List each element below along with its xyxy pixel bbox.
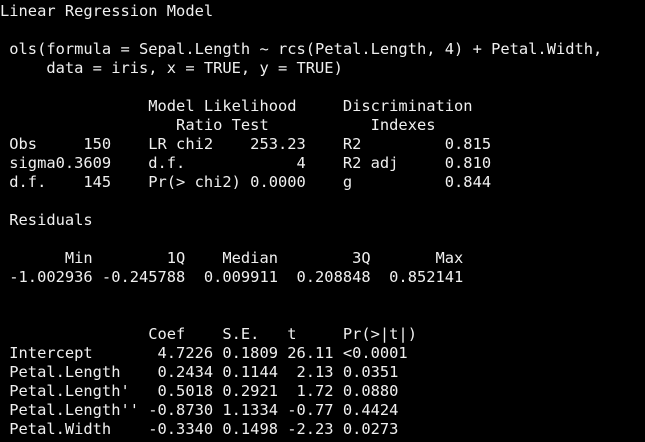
model-title: Linear Regression Model <box>0 2 214 20</box>
stats-row-obs: Obs 150 LR chi2 253.23 R2 0.815 <box>0 135 492 153</box>
r-console-output[interactable]: Linear Regression Model ols(formula = Se… <box>0 0 645 442</box>
coef-row-petal-length-prime: Petal.Length' 0.5018 0.2921 1.72 0.0880 <box>0 382 399 400</box>
coef-row-petal-length: Petal.Length 0.2434 0.1144 2.13 0.0351 <box>0 363 399 381</box>
stats-row-df: d.f. 145 Pr(> chi2) 0.0000 g 0.844 <box>0 173 492 191</box>
stats-subheader-line: Ratio Test Indexes <box>0 116 436 134</box>
formula-args-line: data = iris, x = TRUE, y = TRUE) <box>0 59 343 77</box>
stats-row-sigma: sigma0.3609 d.f. 4 R2 adj 0.810 <box>0 154 492 172</box>
residuals-heading: Residuals <box>0 211 93 229</box>
coef-row-intercept: Intercept 4.7226 0.1809 26.11 <0.0001 <box>0 344 408 362</box>
stats-header-line: Model Likelihood Discrimination <box>0 97 473 115</box>
coef-row-petal-width: Petal.Width -0.3340 0.1498 -2.23 0.0273 <box>0 420 399 438</box>
formula-call-line: ols(formula = Sepal.Length ~ rcs(Petal.L… <box>0 40 603 58</box>
coef-table-header: Coef S.E. t Pr(>|t|) <box>0 325 417 343</box>
coef-row-petal-length-double-prime: Petal.Length'' -0.8730 1.1334 -0.77 0.44… <box>0 401 399 419</box>
residuals-header-row: Min 1Q Median 3Q Max <box>0 249 464 267</box>
residuals-values-row: -1.002936 -0.245788 0.009911 0.208848 0.… <box>0 268 464 286</box>
